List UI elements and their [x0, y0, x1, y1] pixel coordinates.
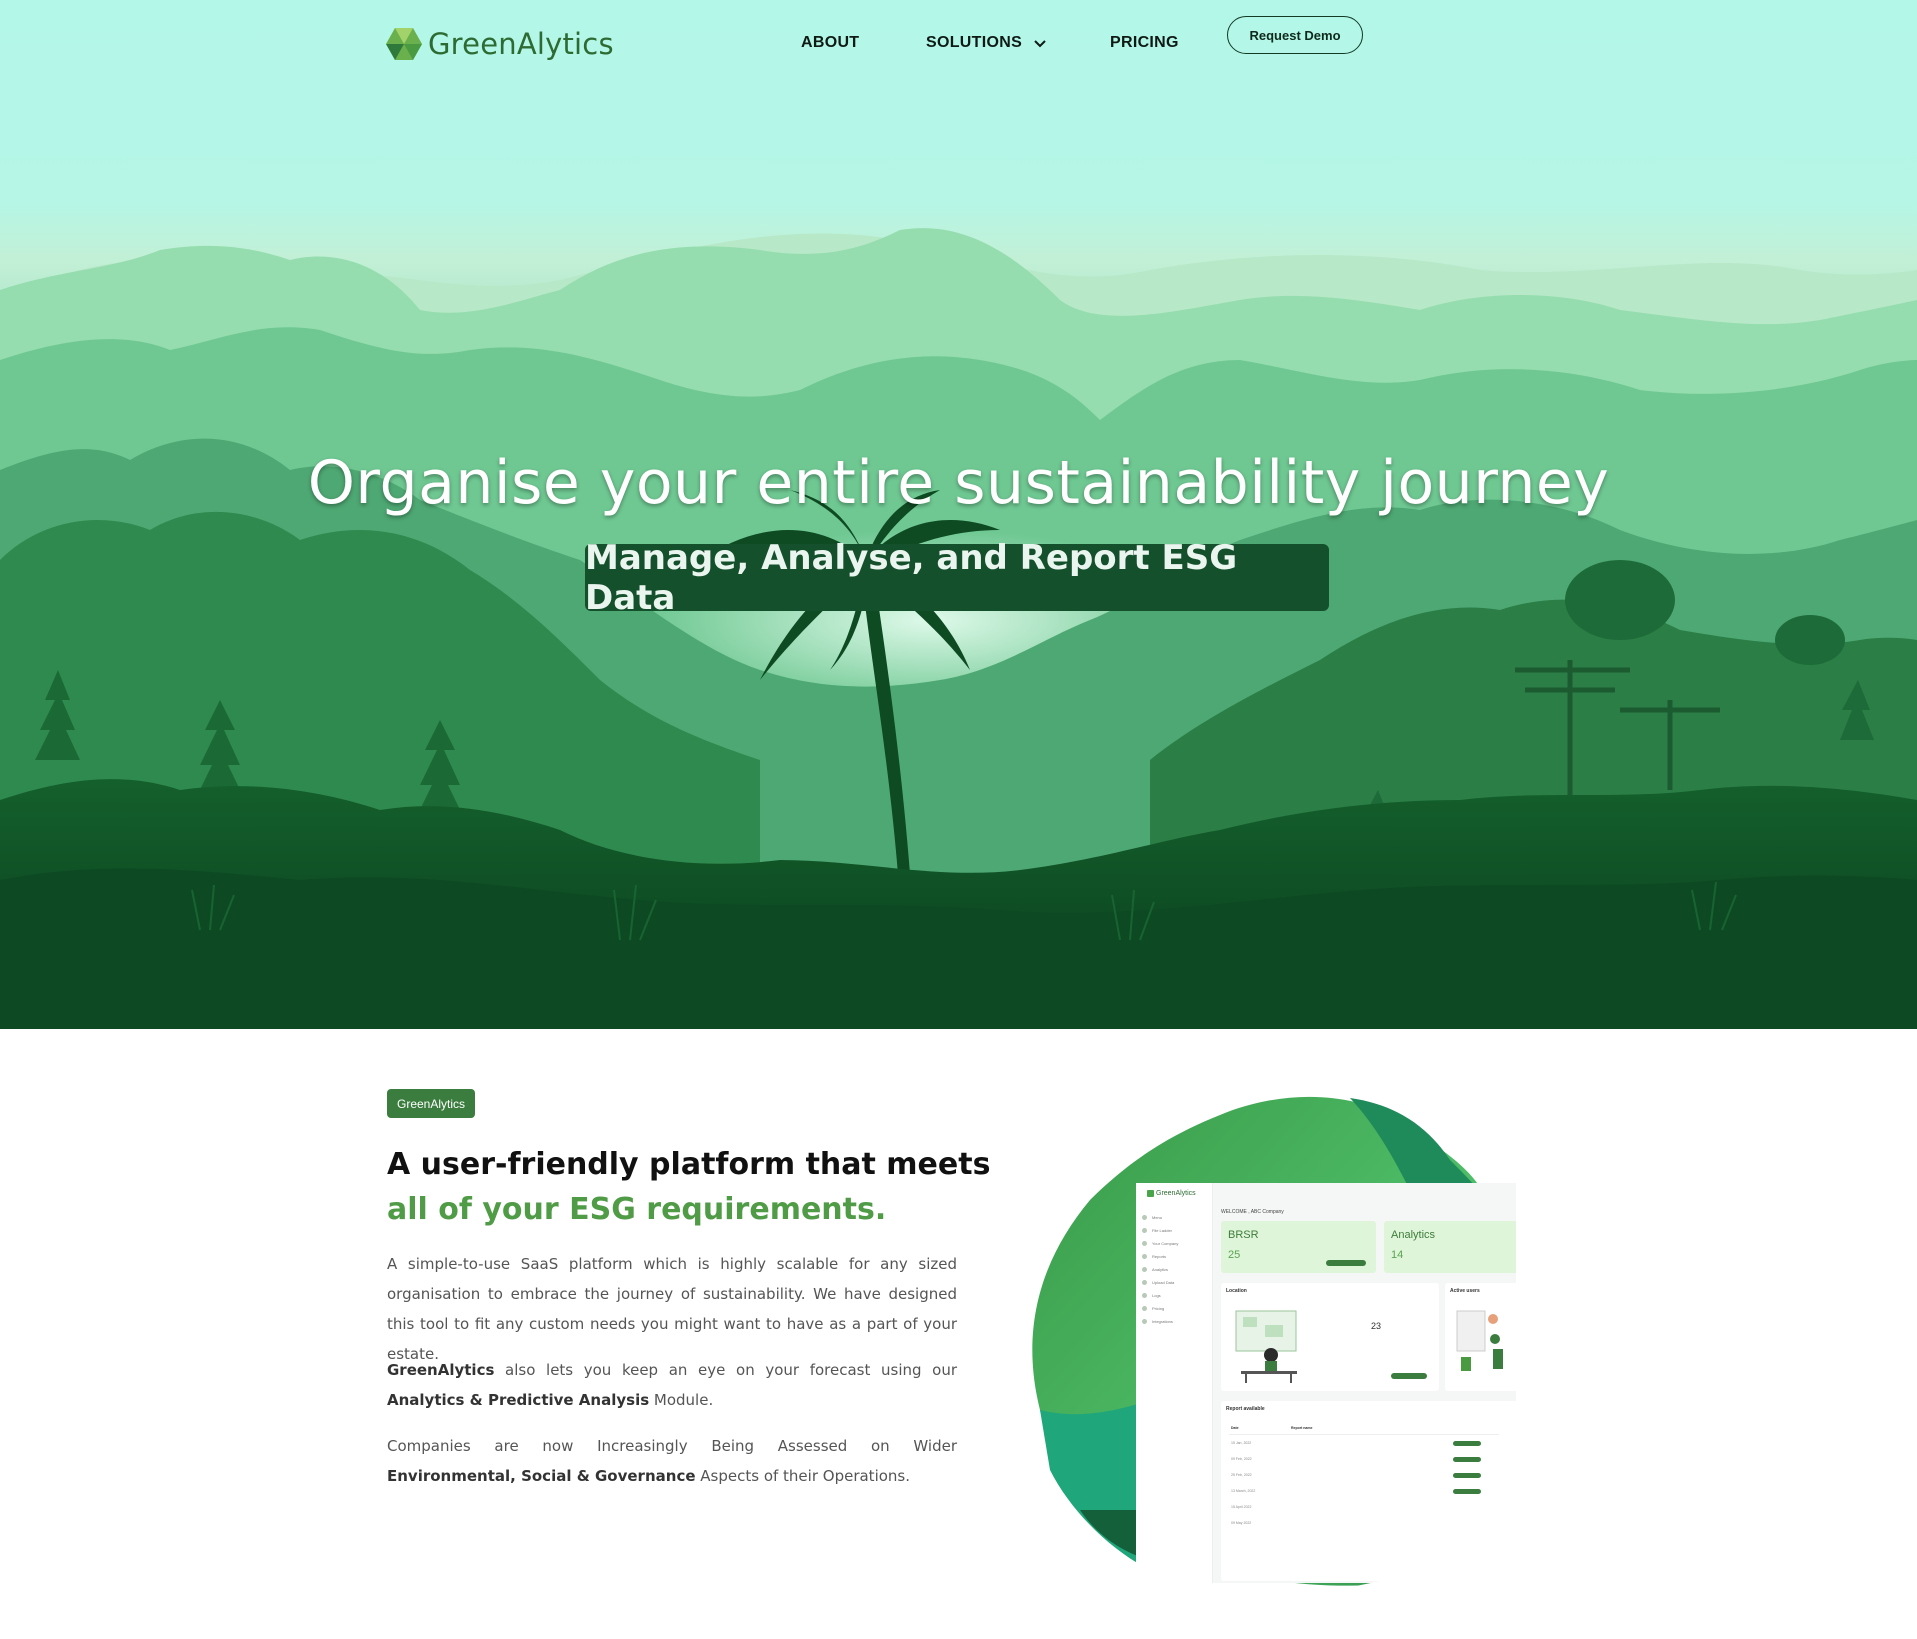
brand-logo[interactable]: GreenAlytics	[386, 26, 614, 62]
p2-bold-brand: GreenAlytics	[387, 1361, 495, 1379]
heading-line-1: A user-friendly platform that meets	[387, 1147, 991, 1182]
p2-text-2: Module.	[649, 1391, 714, 1409]
intro-paragraph-1: A simple-to-use SaaS platform which is h…	[387, 1255, 957, 1363]
chevron-down-icon	[1034, 39, 1046, 47]
intro-paragraph-2: GreenAlytics also lets you keep an eye o…	[387, 1355, 957, 1415]
p3-bold-esg: Environmental, Social & Governance	[387, 1467, 696, 1485]
logo-text: GreenAlytics	[428, 27, 614, 61]
request-demo-button[interactable]: Request Demo	[1227, 16, 1363, 54]
p2-text-1: also lets you keep an eye on your foreca…	[494, 1361, 957, 1379]
hero-section: GreenAlytics ABOUT SOLUTIONS PRICING Req…	[0, 0, 1917, 1029]
nav-pricing-link[interactable]: PRICING	[1110, 34, 1179, 52]
hero-subheadline: Manage, Analyse, and Report ESG Data	[585, 538, 1329, 618]
p3-text-2: Aspects of their Operations.	[695, 1467, 910, 1485]
intro-paragraph-3: Companies are now Increasingly Being Ass…	[387, 1431, 957, 1491]
hexagon-logo-icon	[386, 28, 422, 60]
dashboard-circle-mask	[1120, 1170, 1540, 1600]
heading-line-2: all of your ESG requirements.	[387, 1192, 887, 1227]
top-navigation: GreenAlytics ABOUT SOLUTIONS PRICING Req…	[0, 0, 1917, 88]
nav-solutions-label: SOLUTIONS	[926, 34, 1023, 51]
nav-about-link[interactable]: ABOUT	[801, 34, 859, 52]
hero-headline: Organise your entire sustainability jour…	[307, 448, 1610, 518]
p3-text-1: Companies are now Increasingly Being Ass…	[387, 1437, 957, 1455]
section-heading: A user-friendly platform that meets all …	[387, 1142, 990, 1232]
section-badge: GreenAlytics	[387, 1089, 476, 1118]
nav-solutions-dropdown[interactable]: SOLUTIONS	[926, 34, 1046, 52]
p2-bold-module: Analytics & Predictive Analysis	[387, 1391, 650, 1409]
